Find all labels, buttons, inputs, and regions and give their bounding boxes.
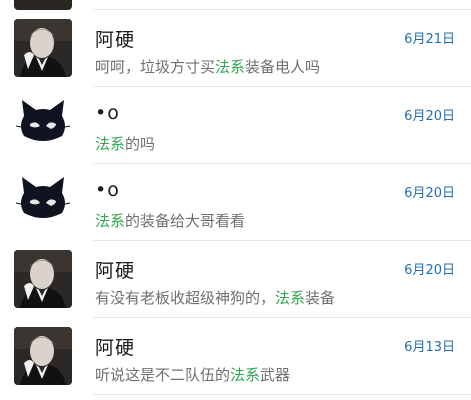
conversation-date: 6月21日 (404, 32, 455, 47)
avatar-black-cat (14, 173, 72, 231)
conversation-name: 阿硬 (95, 260, 136, 282)
conversation-item[interactable]: •o 6月20日 法系的吗 (0, 87, 471, 164)
conversation-name: •o (95, 102, 120, 124)
message-text: 的吗 (125, 135, 156, 153)
avatar-man-portrait (14, 327, 72, 385)
previous-item-sliver (0, 0, 471, 10)
message-text: 呵呵，垃圾方寸买 (95, 58, 216, 76)
divider (93, 394, 471, 395)
conversation-item[interactable]: •o 6月20日 法系的装备给大哥看看 (0, 164, 471, 241)
conversation-item[interactable]: 阿硬 6月21日 呵呵，垃圾方寸买法系装备电人吗 (0, 10, 471, 87)
avatar-man-portrait (14, 250, 72, 308)
message-preview: 法系的吗 (95, 133, 155, 154)
conversation-list: 阿硬 6月21日 呵呵，垃圾方寸买法系装备电人吗 •o 6月20日 法系的吗 •… (0, 10, 471, 395)
message-keyword: 法系 (215, 58, 246, 76)
conversation-name: 阿硬 (95, 337, 136, 359)
message-text: 装备 (305, 289, 336, 307)
conversation-date: 6月20日 (404, 263, 455, 278)
message-text: 武器 (260, 366, 291, 384)
conversation-date: 6月13日 (404, 340, 455, 355)
conversation-date: 6月20日 (404, 109, 455, 124)
message-keyword: 法系 (95, 135, 126, 153)
message-keyword: 法系 (230, 366, 261, 384)
avatar-man-portrait (14, 19, 72, 77)
message-keyword: 法系 (95, 212, 126, 230)
conversation-name: •o (95, 179, 120, 201)
conversation-name: 阿硬 (95, 29, 136, 51)
conversation-date: 6月20日 (404, 186, 455, 201)
message-preview: 呵呵，垃圾方寸买法系装备电人吗 (95, 56, 320, 77)
conversation-item[interactable]: 阿硬 6月20日 有没有老板收超级神狗的，法系装备 (0, 241, 471, 318)
avatar-partial (14, 0, 72, 10)
message-preview: 法系的装备给大哥看看 (95, 210, 245, 231)
avatar-black-cat (14, 96, 72, 154)
message-text: 装备电人吗 (245, 58, 321, 76)
message-preview: 有没有老板收超级神狗的，法系装备 (95, 287, 335, 308)
message-text: 听说这是不二队伍的 (95, 366, 231, 384)
conversation-item[interactable]: 阿硬 6月13日 听说这是不二队伍的法系武器 (0, 318, 471, 395)
message-text: 有没有老板收超级神狗的， (95, 289, 276, 307)
message-text: 的装备给大哥看看 (125, 212, 246, 230)
message-preview: 听说这是不二队伍的法系武器 (95, 364, 290, 385)
message-keyword: 法系 (275, 289, 306, 307)
